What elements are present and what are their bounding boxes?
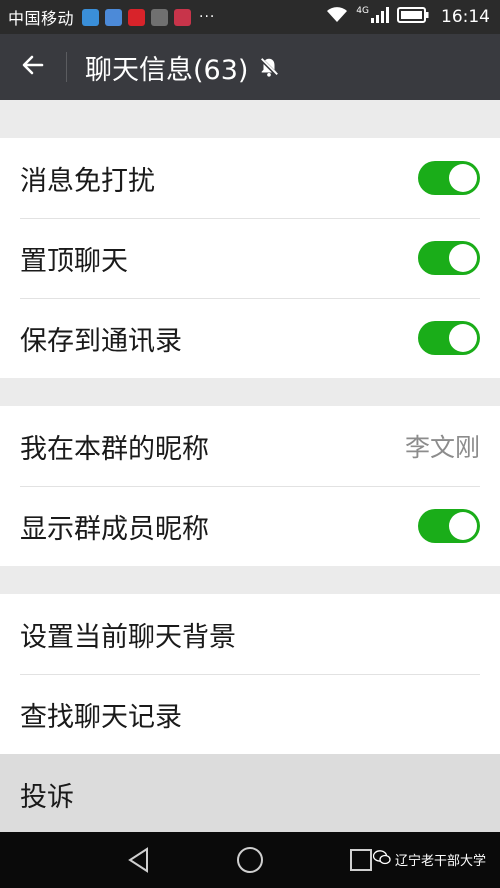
square-recents-icon <box>350 849 372 871</box>
gallery-icon <box>151 8 169 26</box>
setting-label: 显示群成员昵称 <box>20 513 209 545</box>
settings-group-chat: 消息免打扰 置顶聊天 保存到通讯录 <box>0 138 500 378</box>
toggle-knob <box>449 164 477 192</box>
nav-recents-button[interactable] <box>347 846 375 874</box>
wifi-icon <box>326 7 348 27</box>
settings-group-nickname: 我在本群的昵称 李文刚 显示群成员昵称 <box>0 406 500 566</box>
toggle-knob <box>449 244 477 272</box>
watermark: 辽宁老干部大学 <box>372 850 486 869</box>
signal-icon <box>371 7 389 27</box>
circle-home-icon <box>237 847 263 873</box>
nav-home-button[interactable] <box>236 846 264 874</box>
notification-icons <box>82 8 192 26</box>
setting-row-chat-background[interactable]: 设置当前聊天背景 <box>0 594 500 674</box>
settings-group-misc: 设置当前聊天背景 查找聊天记录 投诉 <box>0 594 500 834</box>
system-nav-bar: 辽宁老干部大学 <box>0 832 500 888</box>
setting-label: 查找聊天记录 <box>20 701 182 733</box>
back-button[interactable] <box>0 34 66 100</box>
status-indicators: 4G 16:14 <box>326 0 490 34</box>
map-app-icon <box>105 8 123 26</box>
watermark-text: 辽宁老干部大学 <box>394 854 486 869</box>
setting-row-my-nickname[interactable]: 我在本群的昵称 李文刚 <box>0 406 500 486</box>
title-bar: 聊天信息(63) <box>0 34 500 100</box>
section-spacer <box>0 378 500 406</box>
bell-off-icon <box>258 56 280 78</box>
toggle-knob <box>449 512 477 540</box>
wechat-logo-icon <box>372 850 391 869</box>
nav-back-button[interactable] <box>125 846 153 874</box>
setting-row-report[interactable]: 投诉 <box>0 754 500 834</box>
setting-label: 保存到通讯录 <box>20 325 182 357</box>
triangle-back-icon <box>128 847 148 873</box>
setting-row-search-history[interactable]: 查找聊天记录 <box>0 674 500 754</box>
pin-toggle[interactable] <box>418 241 480 275</box>
section-spacer <box>0 566 500 594</box>
setting-label: 消息免打扰 <box>20 165 155 197</box>
settings-list: 消息免打扰 置顶聊天 保存到通讯录 我在本群的昵称 李文刚 显示群成员昵称 设置… <box>0 100 500 834</box>
clock: 16:14 <box>441 7 490 27</box>
more-notifications-indicator: ··· <box>199 9 216 25</box>
sina-icon <box>128 8 146 26</box>
nickname-value: 李文刚 <box>404 433 480 462</box>
setting-label: 我在本群的昵称 <box>20 433 209 465</box>
qq-browser-icon <box>82 8 100 26</box>
title-divider <box>66 52 67 82</box>
show-nicknames-toggle[interactable] <box>418 509 480 543</box>
back-arrow-icon <box>21 53 45 81</box>
setting-row-show-nicknames[interactable]: 显示群成员昵称 <box>0 486 500 566</box>
setting-row-save-contacts[interactable]: 保存到通讯录 <box>0 298 500 378</box>
setting-row-mute[interactable]: 消息免打扰 <box>0 138 500 218</box>
carrier-label: 中国移动 <box>8 9 75 28</box>
save-contacts-toggle[interactable] <box>418 321 480 355</box>
setting-label: 设置当前聊天背景 <box>20 621 236 653</box>
setting-label: 投诉 <box>20 781 74 813</box>
setting-row-pin[interactable]: 置顶聊天 <box>0 218 500 298</box>
section-spacer <box>0 100 500 138</box>
page-title: 聊天信息(63) <box>85 54 249 86</box>
setting-label: 置顶聊天 <box>20 245 128 277</box>
network-type-label: 4G <box>356 6 369 16</box>
app-notification-icon <box>174 8 192 26</box>
status-bar: 中国移动 ··· 4G 16:14 <box>0 0 500 34</box>
battery-icon <box>397 7 429 27</box>
toggle-knob <box>449 324 477 352</box>
mute-toggle[interactable] <box>418 161 480 195</box>
